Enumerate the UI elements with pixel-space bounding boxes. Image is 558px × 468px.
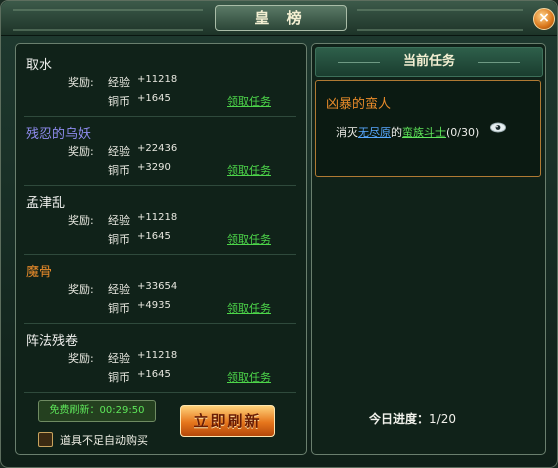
task-name: 孟津乱	[26, 196, 66, 211]
objective-count: (0/30)	[446, 126, 480, 139]
quest-name: 凶暴的蛮人	[326, 97, 392, 112]
task-name: 取水	[26, 58, 53, 73]
close-button[interactable]: ×	[533, 8, 555, 30]
today-progress: 今日进度：1/20	[369, 410, 456, 427]
auto-buy-checkbox[interactable]	[38, 432, 53, 447]
current-quest-box: 凶暴的蛮人 消灭无尽原的蛮族斗士(0/30)	[315, 80, 541, 177]
task-list-panel: 取水 奖励: 经验 +11218 铜币 +1645 领取任务 残忍的乌妖 奖励: 经验 +22436…	[15, 43, 307, 455]
exp-value: +33654	[137, 281, 178, 292]
reward-label: 奖励:	[68, 352, 94, 365]
coin-value: +4935	[137, 300, 171, 311]
task-row: 孟津乱 奖励: 经验 +11218 铜币 +1645 领取任务	[24, 186, 296, 255]
eye-icon[interactable]	[490, 122, 506, 133]
title-ornament-left	[13, 9, 203, 31]
current-task-header: 当前任务	[315, 47, 543, 77]
coin-label: 铜币	[108, 371, 130, 384]
accept-task-link[interactable]: 领取任务	[227, 369, 271, 385]
bounty-window: 皇 榜 × 取水 奖励: 经验 +11218 铜币 +1645 领取任务 残忍的乌妖 奖励: 经验…	[0, 0, 558, 468]
accept-task-link[interactable]: 领取任务	[227, 93, 271, 109]
exp-label: 经验	[108, 76, 130, 89]
exp-value: +11218	[137, 350, 178, 361]
coin-label: 铜币	[108, 302, 130, 315]
coin-label: 铜币	[108, 233, 130, 246]
current-task-title: 当前任务	[402, 54, 455, 69]
exp-label: 经验	[108, 145, 130, 158]
coin-label: 铜币	[108, 164, 130, 177]
title-ornament-right	[357, 9, 523, 31]
today-progress-label: 今日进度：	[369, 412, 430, 426]
objective-location-link[interactable]: 无尽原	[358, 126, 391, 139]
exp-value: +11218	[137, 74, 178, 85]
refresh-now-button[interactable]: 立即刷新	[180, 405, 275, 437]
quest-objective: 消灭无尽原的蛮族斗士(0/30)	[336, 124, 479, 140]
task-row: 残忍的乌妖奖励: 经验 +22436 铜币 +3290 领取任务	[24, 117, 296, 186]
objective-prefix: 消灭	[336, 126, 358, 139]
task-row: 阵法残卷奖励: 经验 +11218 铜币 +1645 领取任务	[24, 324, 296, 393]
exp-value: +22436	[137, 143, 178, 154]
task-name: 魔骨	[26, 265, 53, 280]
auto-buy-label: 道具不足自动购买	[60, 434, 148, 447]
exp-label: 经验	[108, 283, 130, 296]
accept-task-link[interactable]: 领取任务	[227, 300, 271, 316]
window-title: 皇 榜	[215, 5, 347, 31]
today-progress-value: 1/20	[429, 412, 456, 426]
reward-label: 奖励:	[68, 214, 94, 227]
task-name: 阵法残卷	[26, 334, 79, 349]
exp-label: 经验	[108, 352, 130, 365]
task-row: 取水奖励: 经验 +11218 铜币 +1645 领取任务	[24, 48, 296, 117]
coin-value: +3290	[137, 162, 171, 173]
coin-value: +1645	[137, 231, 171, 242]
objective-mid: 的	[391, 126, 402, 139]
title-bar: 皇 榜 ×	[1, 1, 557, 36]
objective-target-link[interactable]: 蛮族斗士	[402, 126, 446, 139]
accept-task-link[interactable]: 领取任务	[227, 162, 271, 178]
task-name: 残忍的乌妖	[26, 127, 92, 142]
free-refresh-timer: 免费刷新：00:29:50	[38, 400, 156, 422]
reward-label: 奖励:	[68, 145, 94, 158]
coin-label: 铜币	[108, 95, 130, 108]
reward-label: 奖励:	[68, 283, 94, 296]
reward-label: 奖励:	[68, 76, 94, 89]
accept-task-link[interactable]: 领取任务	[227, 231, 271, 247]
exp-label: 经验	[108, 214, 130, 227]
coin-value: +1645	[137, 93, 171, 104]
task-row: 魔骨奖励: 经验 +33654 铜币 +4935 领取任务	[24, 255, 296, 324]
exp-value: +11218	[137, 212, 178, 223]
current-task-panel: 当前任务 凶暴的蛮人 消灭无尽原的蛮族斗士(0/30) 今日进度：1/20	[311, 43, 546, 455]
coin-value: +1645	[137, 369, 171, 380]
